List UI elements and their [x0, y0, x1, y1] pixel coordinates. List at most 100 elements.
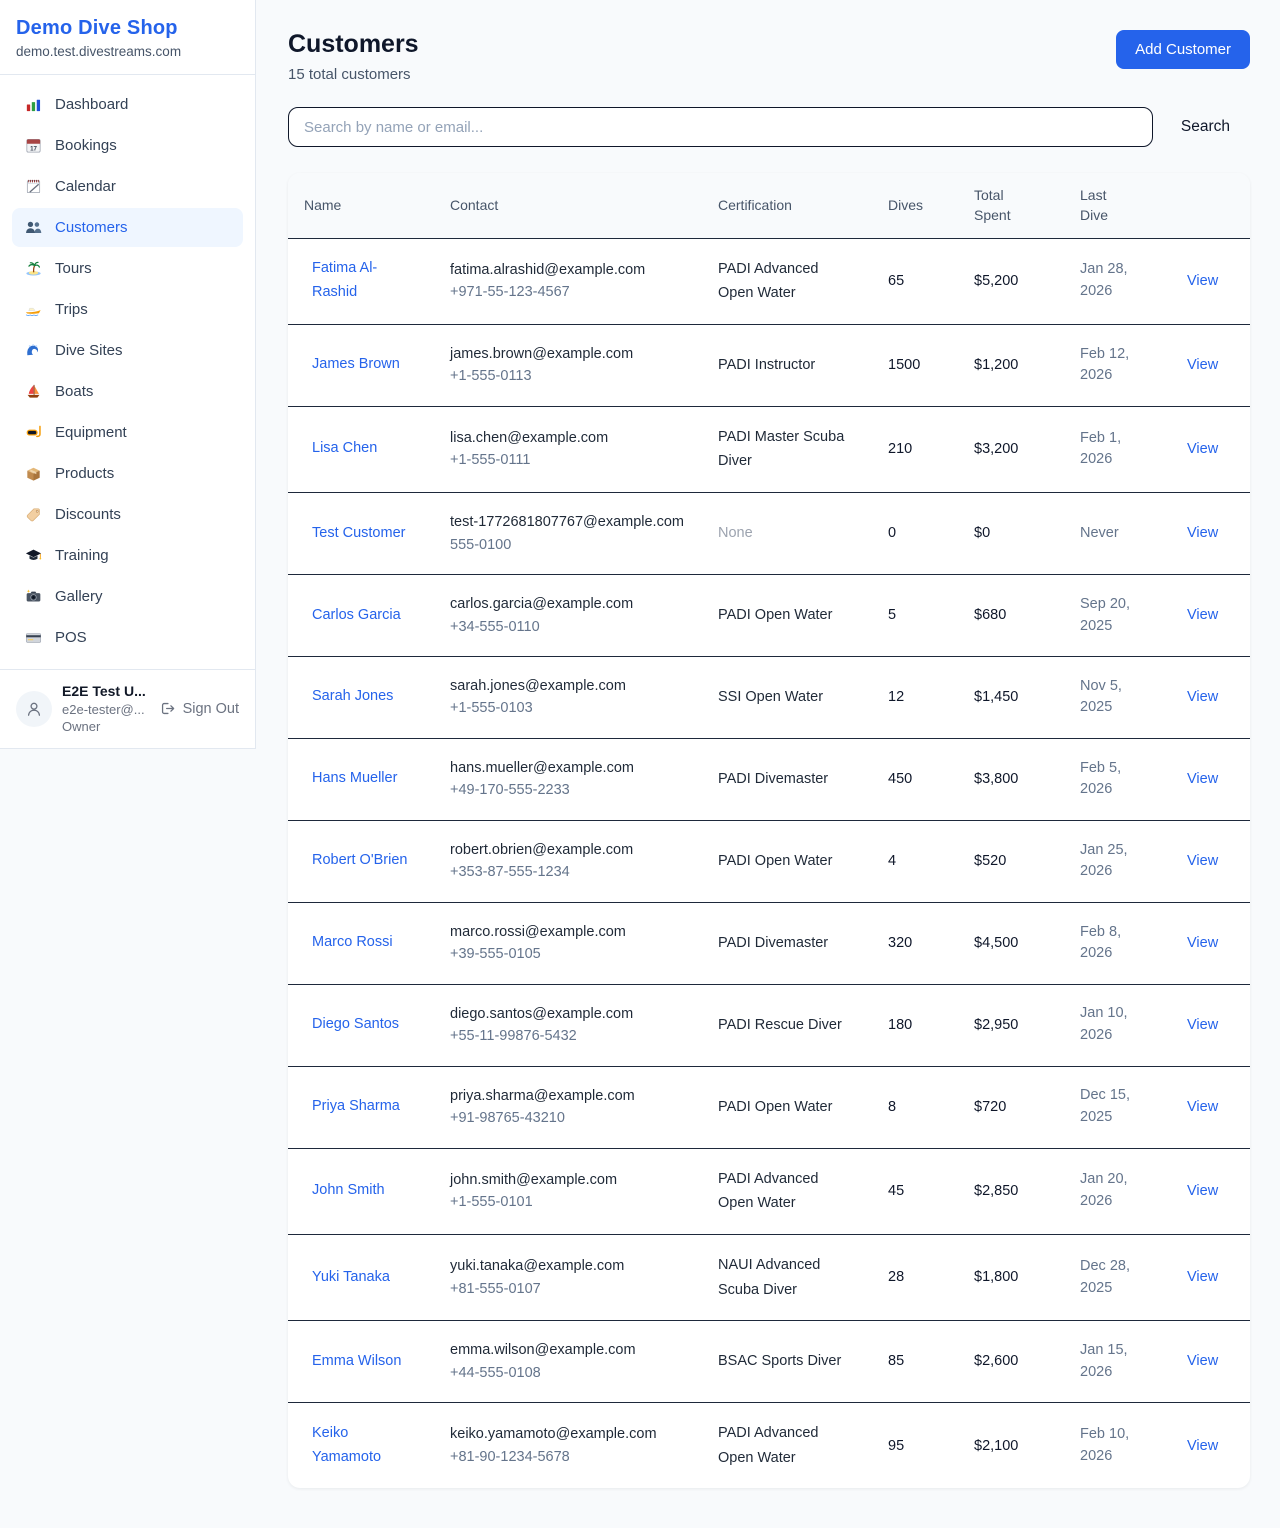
- sidebar-item-boats[interactable]: Boats: [12, 372, 243, 411]
- last-dive-cell: Nov 5, 2025: [1064, 656, 1171, 738]
- sidebar-item-calendar[interactable]: Calendar: [12, 167, 243, 206]
- bar-chart-icon: [24, 95, 43, 114]
- dives-cell: 320: [872, 902, 958, 984]
- sidebar-nav: Dashboard Bookings Calendar Customers: [0, 75, 255, 669]
- sidebar-item-training[interactable]: Training: [12, 536, 243, 575]
- customer-name-link[interactable]: James Brown: [312, 353, 400, 377]
- table-row: Marco Rossi marco.rossi@example.com +39-…: [288, 902, 1250, 984]
- sidebar-item-equipment[interactable]: Equipment: [12, 413, 243, 452]
- dive-mask-icon: [24, 423, 43, 442]
- sign-out-icon: [159, 700, 176, 717]
- view-link[interactable]: View: [1187, 607, 1218, 623]
- view-link[interactable]: View: [1187, 1099, 1218, 1115]
- view-link[interactable]: View: [1187, 273, 1218, 289]
- last-dive-cell: Dec 15, 2025: [1064, 1066, 1171, 1148]
- table-row: Sarah Jones sarah.jones@example.com +1-5…: [288, 656, 1250, 738]
- customer-name-link[interactable]: Emma Wilson: [312, 1350, 401, 1374]
- customer-name-link[interactable]: Test Customer: [312, 522, 405, 546]
- view-link[interactable]: View: [1187, 525, 1218, 541]
- dives-cell: 450: [872, 738, 958, 820]
- column-header: Total Spent: [958, 173, 1064, 238]
- dives-cell: 0: [872, 493, 958, 575]
- sidebar-item-label: Bookings: [55, 137, 117, 154]
- customer-name-link[interactable]: Robert O'Brien: [312, 849, 407, 873]
- view-link[interactable]: View: [1187, 441, 1218, 457]
- column-header: Certification: [702, 173, 872, 238]
- customer-name-link[interactable]: Priya Sharma: [312, 1095, 400, 1119]
- customer-name-link[interactable]: Fatima Al-Rashid: [312, 257, 418, 305]
- customer-phone: +91-98765-43210: [450, 1107, 686, 1129]
- credit-card-icon: [24, 628, 43, 647]
- customer-name-link[interactable]: John Smith: [312, 1179, 385, 1203]
- table-row: Priya Sharma priya.sharma@example.com +9…: [288, 1066, 1250, 1148]
- last-dive-cell: Jan 25, 2026: [1064, 820, 1171, 902]
- sidebar-item-bookings[interactable]: Bookings: [12, 126, 243, 165]
- table-row: Test Customer test-1772681807767@example…: [288, 493, 1250, 575]
- total-spent-cell: $720: [958, 1066, 1064, 1148]
- dives-cell: 95: [872, 1403, 958, 1489]
- app: Demo Dive Shop demo.test.divestreams.com…: [0, 0, 1280, 1528]
- dives-cell: 65: [872, 238, 958, 324]
- customer-name-link[interactable]: Keiko Yamamoto: [312, 1422, 418, 1470]
- view-link[interactable]: View: [1187, 357, 1218, 373]
- sidebar-item-pos[interactable]: POS: [12, 618, 243, 657]
- calendar-date-icon: [24, 136, 43, 155]
- customer-name-link[interactable]: Marco Rossi: [312, 931, 393, 955]
- notepad-icon: [24, 177, 43, 196]
- view-link[interactable]: View: [1187, 1438, 1218, 1454]
- view-link[interactable]: View: [1187, 935, 1218, 951]
- view-link[interactable]: View: [1187, 1269, 1218, 1285]
- customer-phone: +1-555-0113: [450, 365, 686, 387]
- sidebar-item-dive-sites[interactable]: Dive Sites: [12, 331, 243, 370]
- sidebar-item-gallery[interactable]: Gallery: [12, 577, 243, 616]
- sidebar-item-dashboard[interactable]: Dashboard: [12, 85, 243, 124]
- sidebar-item-trips[interactable]: Trips: [12, 290, 243, 329]
- customer-name-link[interactable]: Yuki Tanaka: [312, 1266, 390, 1290]
- add-customer-button[interactable]: Add Customer: [1116, 30, 1250, 69]
- view-link[interactable]: View: [1187, 689, 1218, 705]
- certification-cell: PADI Master Scuba Diver: [702, 406, 872, 492]
- view-link[interactable]: View: [1187, 1017, 1218, 1033]
- dives-cell: 5: [872, 575, 958, 657]
- search-bar: Search: [288, 107, 1250, 147]
- customer-phone: +971-55-123-4567: [450, 281, 686, 303]
- search-input[interactable]: [288, 107, 1153, 147]
- table-row: Lisa Chen lisa.chen@example.com +1-555-0…: [288, 406, 1250, 492]
- sidebar-item-label: POS: [55, 629, 87, 646]
- certification-cell: PADI Advanced Open Water: [702, 1403, 872, 1489]
- view-link[interactable]: View: [1187, 771, 1218, 787]
- search-button[interactable]: Search: [1153, 118, 1250, 136]
- sidebar-item-customers[interactable]: Customers: [12, 208, 243, 247]
- customer-name-link[interactable]: Lisa Chen: [312, 437, 377, 461]
- last-dive-cell: Dec 28, 2025: [1064, 1234, 1171, 1320]
- user-name: E2E Test U...: [62, 682, 149, 701]
- customer-name-link[interactable]: Carlos Garcia: [312, 604, 401, 628]
- dives-cell: 28: [872, 1234, 958, 1320]
- customer-email: lisa.chen@example.com: [450, 427, 686, 449]
- sign-out-button[interactable]: Sign Out: [159, 700, 239, 717]
- sign-out-label: Sign Out: [183, 701, 239, 717]
- shop-domain: demo.test.divestreams.com: [16, 44, 239, 59]
- customer-phone: +39-555-0105: [450, 943, 686, 965]
- customer-name-link[interactable]: Diego Santos: [312, 1013, 399, 1037]
- customer-name-link[interactable]: Sarah Jones: [312, 685, 393, 709]
- customer-name-link[interactable]: Hans Mueller: [312, 767, 397, 791]
- view-link[interactable]: View: [1187, 1183, 1218, 1199]
- last-dive-cell: Feb 1, 2026: [1064, 406, 1171, 492]
- view-link[interactable]: View: [1187, 853, 1218, 869]
- certification-cell: PADI Open Water: [702, 820, 872, 902]
- total-spent-cell: $2,850: [958, 1148, 1064, 1234]
- total-spent-cell: $2,100: [958, 1403, 1064, 1489]
- sidebar-item-label: Gallery: [55, 588, 103, 605]
- view-link[interactable]: View: [1187, 1353, 1218, 1369]
- customer-email: james.brown@example.com: [450, 343, 686, 365]
- sidebar-item-tours[interactable]: Tours: [12, 249, 243, 288]
- total-spent-cell: $1,800: [958, 1234, 1064, 1320]
- certification-cell: PADI Open Water: [702, 1066, 872, 1148]
- customer-phone: +44-555-0108: [450, 1362, 686, 1384]
- sidebar-item-discounts[interactable]: Discounts: [12, 495, 243, 534]
- total-spent-cell: $5,200: [958, 238, 1064, 324]
- last-dive-cell: Jan 20, 2026: [1064, 1148, 1171, 1234]
- sidebar-item-label: Calendar: [55, 178, 116, 195]
- sidebar-item-products[interactable]: Products: [12, 454, 243, 493]
